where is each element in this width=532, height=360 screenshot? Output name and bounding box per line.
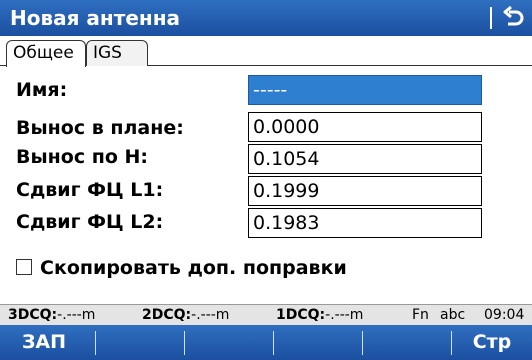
title-bar: Новая антенна [0, 0, 532, 36]
status-1dcq-value: -.---m [325, 307, 364, 323]
title-divider [490, 7, 492, 29]
softkey-f4[interactable] [274, 325, 362, 360]
status-3dcq-label: 3DCQ: [8, 307, 58, 323]
status-1dcq: 1DCQ:-.---m [276, 305, 363, 325]
status-input-mode: abc [440, 307, 466, 323]
tab-general[interactable]: Общее [6, 40, 86, 67]
page-title: Новая антенна [10, 6, 181, 30]
status-3dcq: 3DCQ:-.---m [8, 305, 95, 325]
status-2dcq-label: 2DCQ: [142, 307, 192, 323]
softkey-f6-page[interactable]: Стр [452, 325, 532, 360]
softkey-f3[interactable] [185, 325, 273, 360]
vertical-offset-field[interactable]: 0.1054 [248, 144, 482, 174]
status-bar: 3DCQ:-.---m 2DCQ:-.---m 1DCQ:-.---m Fn a… [0, 304, 532, 325]
status-2dcq: 2DCQ:-.---m [142, 305, 229, 325]
name-label: Имя: [16, 79, 68, 101]
vertical-offset-label: Вынос по Н: [16, 146, 149, 168]
softkey-bar: ЗАП Стр [0, 325, 532, 360]
copy-corrections-label: Скопировать доп. поправки [40, 257, 347, 279]
tab-igs[interactable]: IGS [86, 40, 148, 66]
horizontal-offset-label: Вынос в плане: [16, 117, 184, 139]
softkey-f2[interactable] [96, 325, 184, 360]
status-1dcq-label: 1DCQ: [276, 307, 326, 323]
name-field[interactable]: ----- [248, 75, 482, 105]
checkbox-unchecked-icon[interactable] [16, 259, 32, 275]
status-2dcq-value: -.---m [191, 307, 230, 323]
l2-phase-offset-field[interactable]: 0.1983 [248, 208, 482, 238]
l2-phase-offset-label: Сдвиг ФЦ L2: [16, 211, 164, 233]
horizontal-offset-field[interactable]: 0.0000 [248, 112, 482, 142]
status-3dcq-value: -.---m [57, 307, 96, 323]
back-arrow-icon[interactable] [499, 4, 527, 32]
status-fn: Fn [412, 307, 429, 323]
softkey-f5[interactable] [363, 325, 451, 360]
l1-phase-offset-field[interactable]: 0.1999 [248, 176, 482, 206]
softkey-f1-save[interactable]: ЗАП [0, 325, 88, 360]
status-time: 09:04 [484, 307, 525, 323]
l1-phase-offset-label: Сдвиг ФЦ L1: [16, 179, 164, 201]
